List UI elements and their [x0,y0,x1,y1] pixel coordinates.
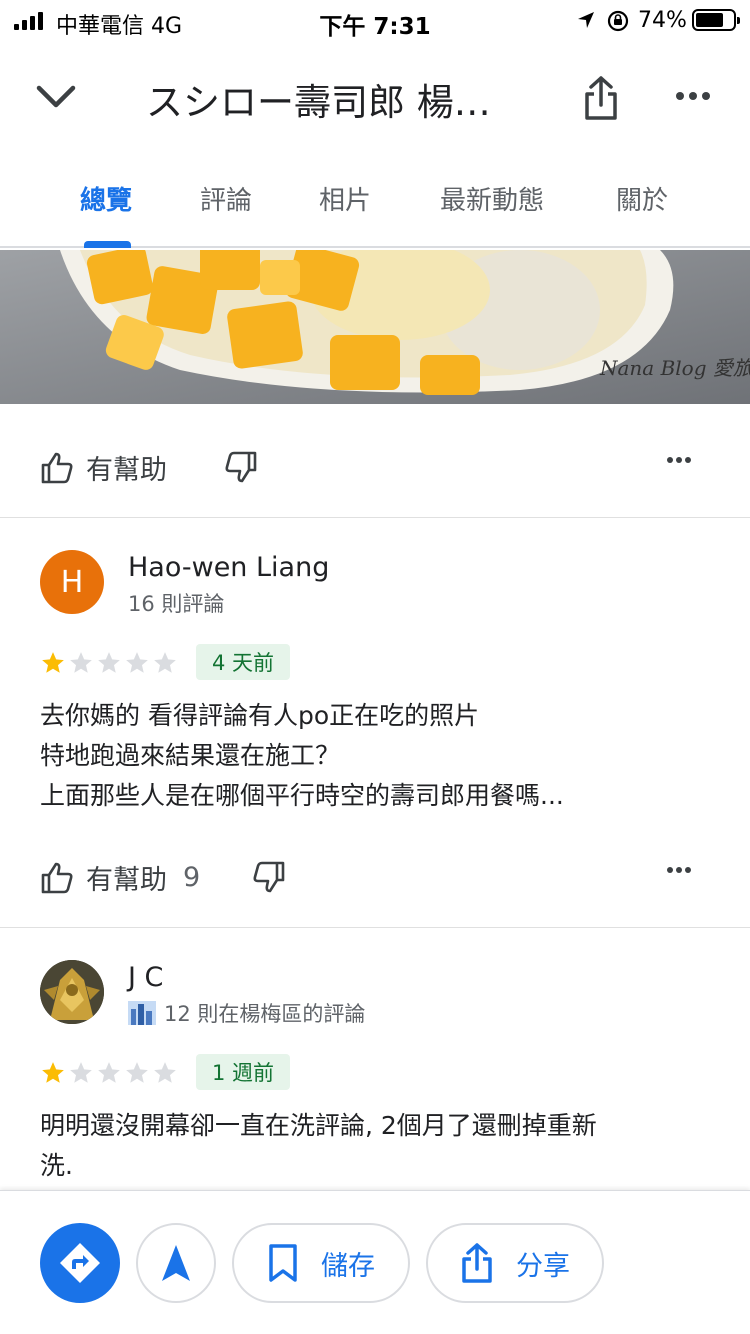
star-empty-icon [126,1062,148,1083]
navigation-arrow-icon [162,1245,190,1281]
tab-bar: 總覽 評論 相片 最新動態 關於 [0,152,750,248]
review-date: 4 天前 [196,644,291,680]
share-place-button[interactable]: 分享 [426,1223,604,1303]
review-text-line: 明明還沒開幕卻一直在洗評論, 2個月了還刪掉重新 [40,1111,597,1140]
tab-photos[interactable]: 相片 [319,180,371,217]
save-label: 儲存 [321,1250,375,1282]
star-empty-icon [154,652,176,673]
review-author[interactable]: Hao-wen Liang [128,552,329,583]
battery-icon [692,9,740,31]
helpful-button[interactable]: 有幫助 9 [40,858,200,897]
divider [0,517,750,518]
share-icon [462,1243,492,1283]
place-header: スシロー壽司郎 楊… [0,42,750,152]
more-options-button[interactable] [668,76,718,116]
avatar-letter: H [60,564,84,600]
share-button[interactable] [576,70,626,126]
save-button[interactable]: 儲存 [232,1223,410,1303]
avatar-image-icon [40,960,104,1024]
review-author-meta: 16 則評論 [128,588,224,618]
star-empty-icon [98,1062,120,1083]
star-filled-icon [42,1062,64,1083]
rotation-lock-icon [607,10,629,32]
helpful-button[interactable]: 有幫助 [40,448,167,487]
star-empty-icon [98,652,120,673]
review-count: 12 則在楊梅區的評論 [164,1002,366,1026]
location-arrow-icon [578,12,594,28]
active-tab-indicator [84,241,131,248]
tab-reviews[interactable]: 評論 [200,180,252,217]
tab-updates[interactable]: 最新動態 [440,180,544,217]
divider [0,927,750,928]
review-text[interactable]: 明明還沒開幕卻一直在洗評論, 2個月了還刪掉重新 洗. [40,1106,720,1186]
local-guide-icon [128,1001,156,1025]
review-actions: 有幫助 [0,428,750,508]
review-count: 16 則評論 [128,592,225,616]
review-author-meta: 12 則在楊梅區的評論 [128,998,365,1028]
thumbs-down-icon[interactable] [224,450,258,484]
review-text-line: 洗. [40,1151,73,1180]
star-empty-icon [70,652,92,673]
tab-overview[interactable]: 總覽 [80,180,132,217]
helpful-label: 有幫助 [86,455,167,486]
review-more-icon[interactable] [666,456,692,464]
star-empty-icon [70,1062,92,1083]
share-label: 分享 [516,1250,570,1282]
photo-watermark: Nana Blog 愛旅行 [599,356,750,380]
status-bar: 中華電信 4G 下午 7:31 74% [0,0,750,42]
review-actions: 有幫助 9 [0,838,750,918]
review-text-line: 特地跑過來結果還在施工？ [40,741,341,770]
battery-percentage: 74% [638,8,687,33]
thumbs-down-icon[interactable] [252,860,286,894]
review-text-line: 上面那些人是在哪個平行時空的壽司郎用餐嗎... [40,781,564,810]
start-navigation-button[interactable] [136,1223,216,1303]
review-date: 1 週前 [196,1054,291,1090]
review-more-icon[interactable] [666,866,692,874]
thumbs-up-icon [41,452,73,483]
bottom-action-bar: 儲存 分享 [0,1190,750,1334]
directions-icon [60,1243,100,1283]
star-empty-icon [154,1062,176,1083]
avatar[interactable]: H [40,550,104,614]
chevron-down-icon [36,85,76,108]
place-title: スシロー壽司郎 楊… [146,81,491,124]
review-text-line: 去你媽的 看得評論有人po正在吃的照片 [40,701,480,730]
review-photo[interactable]: Nana Blog 愛旅行 [0,250,750,404]
review-author[interactable]: J C [128,962,163,993]
tab-about[interactable]: 關於 [616,180,668,217]
review-text[interactable]: 去你媽的 看得評論有人po正在吃的照片 特地跑過來結果還在施工？ 上面那些人是在… [40,696,720,816]
star-rating [40,1060,178,1086]
helpful-count: 9 [183,862,201,893]
directions-button[interactable] [40,1223,120,1303]
mango-shaved-ice-image: Nana Blog 愛旅行 [0,250,750,404]
bookmark-icon [269,1244,297,1282]
thumbs-up-icon [41,862,73,893]
collapse-button[interactable] [28,72,84,122]
star-rating [40,650,178,676]
star-filled-icon [42,652,64,673]
more-horizontal-icon [676,92,710,100]
share-icon [585,76,617,120]
helpful-label: 有幫助 [86,865,167,896]
star-empty-icon [126,652,148,673]
avatar[interactable] [40,960,104,1024]
